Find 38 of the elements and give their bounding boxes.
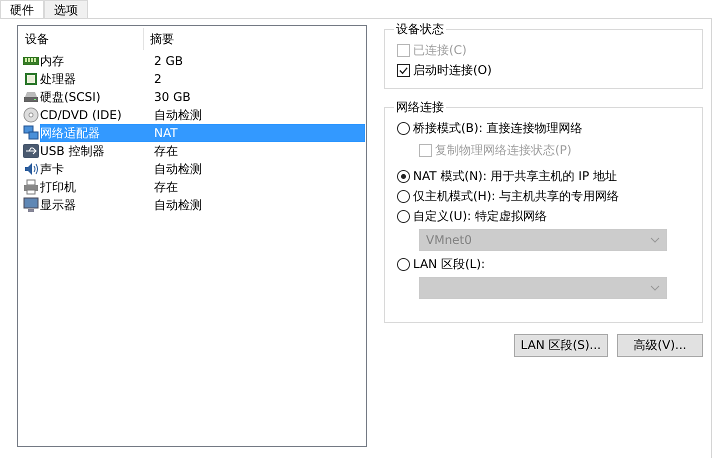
list-row[interactable]: CD/DVD (IDE) 自动检测 bbox=[40, 106, 365, 124]
radio-button[interactable] bbox=[397, 170, 410, 182]
radio-button[interactable] bbox=[397, 210, 410, 222]
disk-icon bbox=[23, 89, 39, 105]
list-row[interactable]: 显示器 自动检测 bbox=[40, 196, 365, 214]
list-row[interactable]: 声卡 自动检测 bbox=[40, 160, 365, 178]
button[interactable]: LAN 区段(S)... bbox=[514, 334, 608, 357]
group-title: 设备状态 bbox=[394, 22, 446, 37]
column-header: 设备 bbox=[19, 28, 144, 50]
cpu-icon bbox=[23, 71, 39, 87]
printer-icon bbox=[23, 179, 39, 195]
tab[interactable]: 硬件 bbox=[0, 0, 44, 18]
sound-icon bbox=[23, 161, 39, 177]
display-icon bbox=[23, 197, 39, 213]
radio-option[interactable]: 仅主机模式(H): 与主机共享的专用网络 bbox=[397, 186, 690, 206]
radio-option[interactable]: LAN 区段(L): bbox=[397, 254, 690, 274]
list-row[interactable]: 硬盘(SCSI) 30 GB bbox=[40, 88, 365, 106]
radio-button[interactable] bbox=[397, 122, 410, 134]
column-header: 摘要 bbox=[149, 31, 174, 48]
radio-option[interactable]: 桥接模式(B): 直接连接物理网络 bbox=[397, 118, 690, 138]
checkbox[interactable]: 启动时连接(O) bbox=[397, 60, 690, 80]
caret-icon bbox=[650, 237, 660, 243]
tab[interactable]: 选项 bbox=[44, 0, 88, 18]
list-row[interactable]: 内存 2 GB bbox=[40, 52, 365, 70]
radio-option[interactable]: 自定义(U): 特定虚拟网络 bbox=[397, 206, 690, 226]
caret-icon bbox=[650, 285, 660, 291]
radio-option[interactable]: NAT 模式(N): 用于共享主机的 IP 地址 bbox=[397, 166, 690, 186]
radio-button[interactable] bbox=[397, 190, 410, 202]
check-icon bbox=[398, 64, 409, 76]
group-title: 网络连接 bbox=[394, 100, 446, 115]
list-row[interactable]: 处理器 2 bbox=[40, 70, 365, 88]
list-row[interactable]: USB 控制器 存在 bbox=[40, 142, 365, 160]
usb-icon bbox=[23, 143, 39, 159]
button[interactable]: 高级(V)... bbox=[617, 334, 703, 357]
cdrom-icon bbox=[23, 107, 39, 123]
network-icon bbox=[23, 125, 39, 141]
list-row[interactable]: 打印机 存在 bbox=[40, 178, 365, 196]
radio-button[interactable] bbox=[397, 258, 410, 270]
